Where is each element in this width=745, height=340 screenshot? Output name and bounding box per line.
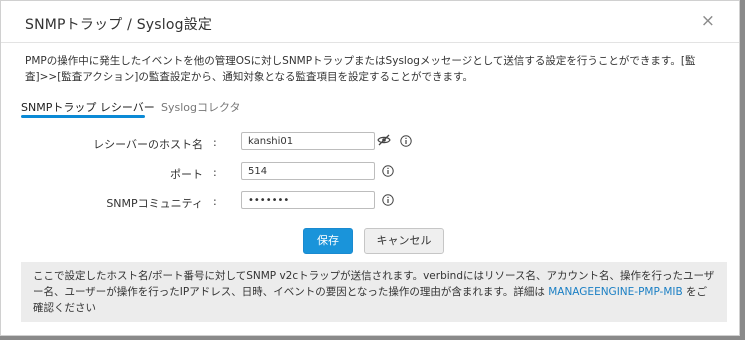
tab-syslog-collector[interactable]: Syslogコレクタ	[161, 99, 241, 115]
save-button[interactable]: 保存	[303, 228, 353, 254]
community-input[interactable]	[241, 191, 375, 209]
snmp-syslog-dialog: SNMPトラップ / Syslog設定 × PMPの操作中に発生したイベントを他…	[0, 0, 740, 336]
community-label: SNMPコミュニティ	[106, 197, 203, 210]
host-label: レシーバーのホスト名	[93, 138, 203, 151]
cancel-button[interactable]: キャンセル	[364, 228, 444, 254]
port-input[interactable]	[241, 162, 375, 180]
port-label: ポート	[170, 168, 203, 181]
active-tab-indicator	[21, 115, 145, 118]
port-row: ポート :	[1, 162, 741, 184]
info-icon[interactable]	[382, 165, 394, 177]
info-icon[interactable]	[382, 194, 394, 206]
info-icon[interactable]	[400, 135, 412, 147]
dialog-title: SNMPトラップ / Syslog設定	[25, 17, 213, 33]
tab-snmp-trap-receiver[interactable]: SNMPトラップ レシーバー	[21, 99, 155, 115]
host-input[interactable]	[241, 132, 375, 150]
dialog-description: PMPの操作中に発生したイベントを他の管理OSに対しSNMPトラップまたはSys…	[25, 55, 696, 83]
info-note: ここで設定したホスト名/ポート番号に対してSNMP v2cトラップが送信されます…	[21, 262, 727, 322]
close-icon[interactable]: ×	[701, 12, 715, 30]
eye-slash-icon[interactable]	[377, 134, 391, 146]
community-colon: :	[213, 195, 217, 208]
mib-link[interactable]: MANAGEENGINE-PMP-MIB	[548, 286, 683, 298]
host-row: レシーバーのホスト名 :	[1, 132, 741, 154]
community-row: SNMPコミュニティ :	[1, 191, 741, 213]
port-colon: :	[213, 166, 217, 179]
host-colon: :	[213, 136, 217, 149]
dialog-header: SNMPトラップ / Syslog設定 ×	[1, 1, 739, 43]
